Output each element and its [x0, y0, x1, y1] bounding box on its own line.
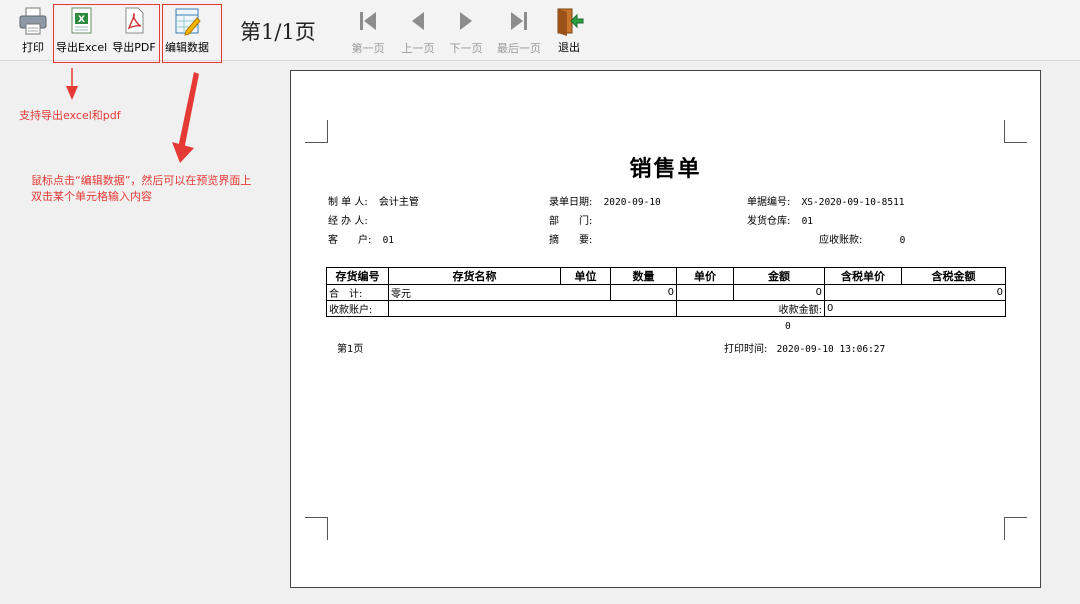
print-time-label: 打印时间: [724, 344, 768, 355]
edit-note-line1: 鼠标点击“编辑数据”，然后可以在预览界面上 [31, 174, 252, 187]
column-header: 金额 [733, 267, 825, 285]
maker-label: 制 单 人: [328, 197, 368, 208]
customer-field: 客 户: 01 [328, 231, 394, 246]
crop-mark [1004, 120, 1027, 143]
account-value[interactable] [388, 300, 677, 317]
total-label[interactable]: 合 计: [326, 284, 389, 301]
crop-mark [305, 517, 328, 540]
warehouse-field: 发货仓库: 01 [747, 212, 813, 227]
maker-field: 制 单 人: 会计主管 [328, 193, 419, 208]
exit-label: 退出 [558, 41, 580, 54]
first-page-button[interactable]: 第一页 [346, 8, 390, 56]
exit-button[interactable]: 退出 [552, 6, 586, 55]
column-header: 含税单价 [824, 267, 902, 285]
receivable-field: 应收账款: 0 [819, 231, 905, 246]
doc-no-field: 单据编号: XS-2020-09-10-8511 [747, 193, 905, 208]
print-preview-page: 销售单 制 单 人: 会计主管 录单日期: 2020-09-10 单据编号: X… [290, 70, 1041, 588]
total-in-words[interactable]: 零元 [388, 284, 611, 301]
crop-mark [305, 120, 328, 143]
page-number-footer: 第1页 [337, 344, 364, 355]
doc-no-label: 单据编号: [747, 197, 791, 208]
warehouse-value: 01 [801, 216, 814, 227]
doc-no-value: XS-2020-09-10-8511 [801, 197, 905, 208]
document-title: 销售单 [629, 157, 702, 182]
customer-label: 客 户: [328, 235, 372, 246]
column-header: 单位 [560, 267, 611, 285]
print-time-field: 打印时间: 2020-09-10 13:06:27 [724, 340, 885, 355]
warehouse-label: 发货仓库: [747, 216, 791, 227]
received-value[interactable]: 0 [824, 300, 1006, 317]
print-time-value: 2020-09-10 13:06:27 [776, 344, 886, 355]
dept-label: 部 门: [549, 216, 593, 227]
exit-door-icon [554, 6, 584, 36]
summary-label: 摘 要: [549, 235, 593, 246]
sales-items-table: 存货编号 存货名称 单位 数量 单价 金额 含税单价 含税金额 合 计: 零元 … [326, 267, 1006, 317]
annotation-arrows [66, 68, 199, 163]
maker-value: 会计主管 [378, 197, 419, 208]
column-header: 含税金额 [901, 267, 1006, 285]
total-amount[interactable]: 0 [733, 284, 825, 301]
entry-date-label: 录单日期: [549, 197, 593, 208]
entry-date-field: 录单日期: 2020-09-10 [549, 193, 661, 208]
below-table-value: 0 [785, 321, 791, 332]
column-header: 存货名称 [388, 267, 561, 285]
handler-field: 经 办 人: [328, 212, 368, 227]
export-note: 支持导出excel和pdf [19, 109, 121, 122]
prev-page-label: 上一页 [401, 42, 435, 55]
table-header-row: 存货编号 存货名称 单位 数量 单价 金额 含税单价 含税金额 [326, 267, 1006, 285]
prev-page-button[interactable]: 上一页 [396, 8, 440, 56]
last-page-button[interactable]: 最后一页 [492, 8, 546, 56]
total-qty[interactable]: 0 [610, 284, 677, 301]
column-header: 存货编号 [326, 267, 389, 285]
next-page-icon [455, 8, 477, 34]
dept-field: 部 门: [549, 212, 592, 227]
total-unit-price[interactable] [676, 284, 734, 301]
account-row: 收款账户: 收款金额: 0 [326, 300, 1006, 317]
total-tax-amount[interactable]: 0 [824, 284, 1006, 301]
column-header: 单价 [676, 267, 734, 285]
customer-value: 01 [382, 235, 395, 246]
receivable-value: 0 [899, 235, 906, 246]
account-label[interactable]: 收款账户: [326, 300, 389, 317]
entry-date-value: 2020-09-10 [603, 197, 661, 208]
handler-label: 经 办 人: [328, 216, 368, 227]
first-page-label: 第一页 [351, 42, 385, 55]
first-page-icon [357, 8, 379, 34]
last-page-icon [508, 8, 530, 34]
last-page-label: 最后一页 [497, 42, 541, 55]
edit-note-line2: 双击某个单元格输入内容 [31, 190, 152, 203]
next-page-label: 下一页 [449, 42, 483, 55]
next-page-button[interactable]: 下一页 [444, 8, 488, 56]
receivable-label: 应收账款: [819, 235, 863, 246]
crop-mark [1004, 517, 1027, 540]
prev-page-icon [407, 8, 429, 34]
received-label[interactable]: 收款金额: [676, 300, 825, 317]
total-row: 合 计: 零元 0 0 0 [326, 284, 1006, 301]
column-header: 数量 [610, 267, 677, 285]
summary-field: 摘 要: [549, 231, 592, 246]
